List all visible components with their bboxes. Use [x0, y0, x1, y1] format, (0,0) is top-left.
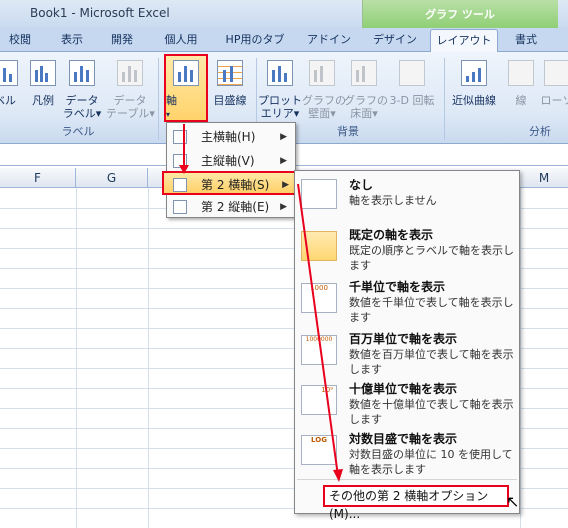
arrowhead-icon	[333, 469, 343, 482]
annotation-arrow-2	[297, 183, 339, 477]
annotation-arrows	[179, 124, 343, 482]
arrowhead-icon	[179, 165, 189, 174]
mouse-cursor-icon: ↖	[506, 492, 520, 511]
